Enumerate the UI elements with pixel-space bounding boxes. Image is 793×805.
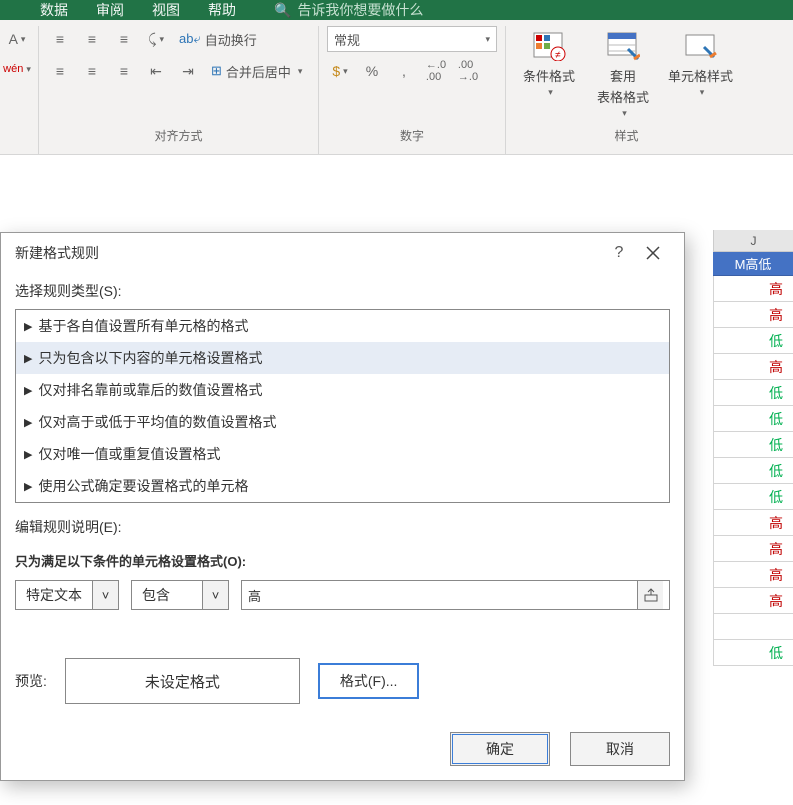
condition-value-input[interactable]: 高 [241,580,670,610]
merge-icon: ⊞ [211,63,222,79]
decrease-indent-button[interactable]: ⇤ [143,58,169,84]
arrow-icon: ▶ [24,320,32,333]
select-rule-type-label: 选择规则类型(S): [15,281,670,301]
arrow-icon: ▶ [24,416,32,429]
cell[interactable]: 低 [713,458,793,484]
wrap-text-button[interactable]: ab⤶ 自动换行 [175,28,261,51]
cell[interactable]: 低 [713,432,793,458]
edit-rule-label: 编辑规则说明(E): [15,517,670,537]
rule-type-item[interactable]: ▶仅对高于或低于平均值的数值设置格式 [16,406,669,438]
merge-center-button[interactable]: ⊞ 合并后居中 ▾ [207,60,306,83]
align-right-button[interactable]: ≡ [111,58,137,84]
cell-styles-button[interactable]: 单元格样式 ▾ [662,26,739,100]
percent-button[interactable]: % [359,58,385,84]
font-size-button[interactable]: A▾ [4,26,30,52]
rule-type-item[interactable]: ▶仅对排名靠前或靠后的数值设置格式 [16,374,669,406]
group-label-font [15,130,18,150]
ribbon-tabs: 数据 审阅 视图 帮助 🔍 告诉我你想要做什么 [0,0,793,20]
close-icon [646,246,660,260]
chevron-down-icon: ▾ [548,87,553,98]
chevron-down-icon[interactable]: ˅ [92,581,118,609]
arrow-icon: ▶ [24,352,32,365]
cell[interactable]: 高 [713,302,793,328]
range-selector-icon [644,588,658,602]
column-header-cell[interactable]: M高低 [713,252,793,276]
condition-operator-combo[interactable]: 包含 ˅ [131,580,229,610]
cell[interactable]: 高 [713,510,793,536]
table-format-button[interactable]: 套用 表格格式 ▾ [588,26,658,121]
dialog-title: 新建格式规则 [15,243,99,263]
number-format-combo[interactable]: 常规 ▾ [327,26,497,52]
tab-review[interactable]: 审阅 [96,0,124,20]
format-button[interactable]: 格式(F)... [318,663,420,699]
chevron-down-icon: ▾ [485,34,490,45]
increase-decimal-button[interactable]: ←.0.00 [423,58,449,84]
cell[interactable]: 高 [713,354,793,380]
align-top-button[interactable]: ≡ [47,26,73,52]
tell-me-search[interactable]: 🔍 告诉我你想要做什么 [274,0,423,20]
condition-label: 只为满足以下条件的单元格设置格式(O): [15,551,670,570]
group-label-alignment: 对齐方式 [154,127,202,150]
wrap-text-icon: ab⤶ [179,31,201,47]
chevron-down-icon: ▾ [700,87,705,98]
conditional-format-icon: ≠ [531,28,567,64]
cell[interactable]: 低 [713,640,793,666]
rule-type-item[interactable]: ▶基于各自值设置所有单元格的格式 [16,310,669,342]
chevron-down-icon[interactable]: ˅ [202,581,228,609]
data-column: 高 高 低 高 低 低 低 低 低 高 高 高 高 低 [713,276,793,666]
column-letter-J[interactable]: J [713,230,793,252]
pinyin-guide-button[interactable]: wén▾ [4,56,30,82]
cell[interactable]: 高 [713,276,793,302]
arrow-icon: ▶ [24,448,32,461]
tab-data[interactable]: 数据 [40,0,68,20]
cancel-button[interactable]: 取消 [570,732,670,766]
search-icon: 🔍 [274,2,291,19]
align-bottom-button[interactable]: ≡ [111,26,137,52]
preview-box: 未设定格式 [65,658,300,704]
group-label-number: 数字 [400,127,424,150]
help-button[interactable]: ? [602,236,636,270]
condition-type-combo[interactable]: 特定文本 ˅ [15,580,119,610]
range-selector-button[interactable] [637,581,663,609]
new-format-rule-dialog: 新建格式规则 ? 选择规则类型(S): ▶基于各自值设置所有单元格的格式 ▶只为… [0,232,685,781]
cell[interactable]: 低 [713,484,793,510]
rule-type-item[interactable]: ▶只为包含以下内容的单元格设置格式 [16,342,669,374]
rule-type-item[interactable]: ▶使用公式确定要设置格式的单元格 [16,470,669,502]
cell[interactable] [713,614,793,640]
cell[interactable]: 低 [713,328,793,354]
ok-button[interactable]: 确定 [450,732,550,766]
arrow-icon: ▶ [24,480,32,493]
increase-indent-button[interactable]: ⇥ [175,58,201,84]
cell[interactable]: 高 [713,536,793,562]
tab-view[interactable]: 视图 [152,0,180,20]
rule-type-item[interactable]: ▶仅对唯一值或重复值设置格式 [16,438,669,470]
svg-text:≠: ≠ [555,50,561,61]
align-center-button[interactable]: ≡ [79,58,105,84]
ribbon: A▾ wén▾ ≡ ≡ ≡ ⤹▾ ab⤶ 自动换行 ≡ ≡ ≡ ⇤ [0,20,793,155]
table-format-icon [605,28,641,64]
dialog-titlebar[interactable]: 新建格式规则 ? [1,233,684,273]
currency-icon: $ [332,63,340,79]
group-label-styles: 样式 [615,127,639,150]
arrow-icon: ▶ [24,384,32,397]
orientation-button[interactable]: ⤹▾ [143,26,169,52]
chevron-down-icon: ▾ [298,66,303,77]
cell-styles-icon [683,28,719,64]
chevron-down-icon: ▾ [622,108,627,119]
currency-button[interactable]: $▾ [327,58,353,84]
tab-help[interactable]: 帮助 [208,0,236,20]
decrease-decimal-button[interactable]: .00→.0 [455,58,481,84]
comma-button[interactable]: , [391,58,417,84]
align-middle-button[interactable]: ≡ [79,26,105,52]
close-button[interactable] [636,236,670,270]
cell[interactable]: 高 [713,588,793,614]
rule-type-list[interactable]: ▶基于各自值设置所有单元格的格式 ▶只为包含以下内容的单元格设置格式 ▶仅对排名… [15,309,670,503]
cell[interactable]: 高 [713,562,793,588]
cell[interactable]: 低 [713,380,793,406]
conditional-format-button[interactable]: ≠ 条件格式 ▾ [514,26,584,100]
preview-label: 预览: [15,671,47,691]
cell[interactable]: 低 [713,406,793,432]
align-left-button[interactable]: ≡ [47,58,73,84]
